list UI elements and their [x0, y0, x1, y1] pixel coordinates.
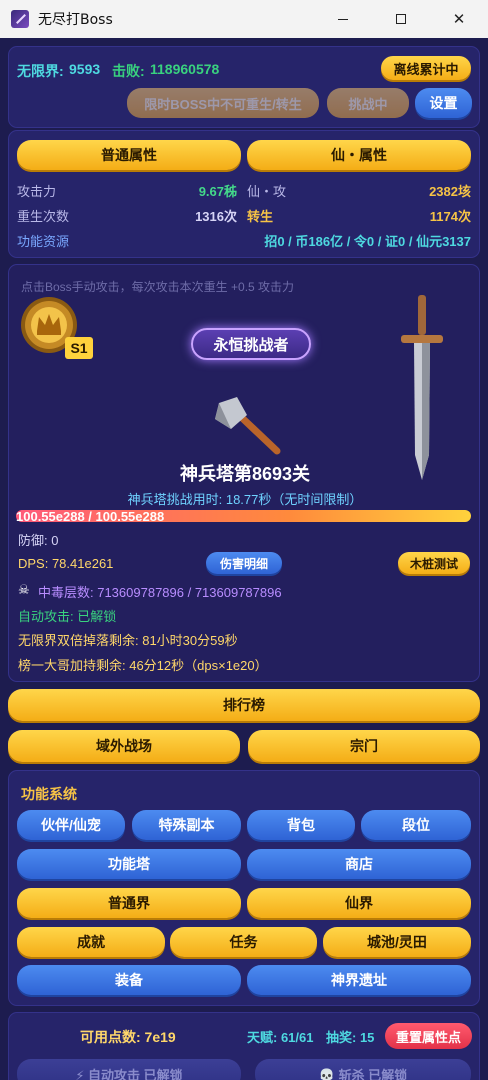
game-window: 无限界: 9593 击败: 118960578 离线累计中 限时BOSS中不可重…	[0, 38, 488, 1080]
function-tower-button[interactable]: 功能塔	[17, 849, 241, 879]
footer-panel: 可用点数: 7e19 天赋: 61/61 抽奖: 15 重置属性点 ⚡ 自动攻击…	[8, 1012, 480, 1080]
poison-text: 中毒层数: 713609787896 / 713609787896	[38, 585, 282, 600]
special-dungeon-button[interactable]: 特殊副本	[132, 810, 241, 840]
minimize-button[interactable]	[314, 0, 372, 38]
reset-points-button[interactable]: 重置属性点	[385, 1023, 472, 1049]
talent-text: 天赋: 61/61	[247, 1030, 314, 1045]
kills-label: 击败:	[112, 63, 145, 79]
close-icon: ✕	[452, 10, 466, 28]
boss-hp-bar: 100.55e288 / 100.55e288	[16, 509, 471, 524]
damage-detail-button[interactable]: 伤害明细	[206, 552, 282, 574]
reincarnation-value: 1174次	[429, 209, 471, 224]
immortal-attack-label: 仙・攻	[247, 184, 287, 199]
tab-immortal-attributes[interactable]: 仙・属性	[247, 140, 471, 170]
auto-attack-status: 自动攻击: 已解锁	[18, 609, 117, 624]
dummy-test-button[interactable]: 木桩测试	[398, 552, 470, 574]
challenging-button[interactable]: 挑战中	[327, 88, 409, 118]
tab-normal-attributes[interactable]: 普通属性	[17, 140, 241, 170]
title-badge: 永恒挑战者	[191, 328, 311, 360]
resource-label: 功能资源	[17, 234, 70, 249]
attack-label: 攻击力	[17, 184, 57, 199]
dps-text: DPS: 78.41e261	[18, 556, 114, 571]
available-points: 可用点数: 7e19	[80, 1029, 176, 1045]
shop-button[interactable]: 商店	[247, 849, 471, 879]
boss-hp-text: 100.55e288 / 100.55e288	[16, 509, 165, 524]
attack-hint: 点击Boss手动攻击，每次攻击本次重生 +0.5 攻击力	[21, 280, 295, 294]
rank-medallion: S1	[15, 295, 93, 363]
partner-pet-button[interactable]: 伙伴/仙宠	[17, 810, 125, 840]
normal-realm-button[interactable]: 普通界	[17, 888, 241, 918]
outer-battlefield-button[interactable]: 域外战场	[8, 730, 240, 762]
window-titlebar: 无尽打Boss ✕	[0, 0, 488, 38]
attribute-panel: 普通属性 仙・属性 攻击力 9.67秭 仙・攻 2382垓 重生次数 1316次…	[8, 130, 480, 258]
maximize-icon	[396, 14, 406, 24]
maximize-button[interactable]	[372, 0, 430, 38]
offline-accumulating-button[interactable]: 离线累计中	[381, 56, 471, 80]
header-panel: 无限界: 9593 击败: 118960578 离线累计中 限时BOSS中不可重…	[8, 46, 480, 128]
leaderboard-button[interactable]: 排行榜	[8, 689, 480, 721]
rebirth-count-label: 重生次数	[17, 209, 70, 224]
sect-button[interactable]: 宗门	[248, 730, 480, 762]
backpack-button[interactable]: 背包	[247, 810, 355, 840]
function-title: 功能系统	[21, 786, 77, 802]
rank-tier-button[interactable]: 段位	[361, 810, 471, 840]
kills-value: 118960578	[150, 61, 220, 77]
window-title: 无尽打Boss	[38, 12, 113, 28]
rebirth-disabled-button[interactable]: 限时BOSS中不可重生/转生	[127, 88, 319, 118]
boss-name: 神兵塔第8693关	[179, 464, 311, 484]
achievements-button[interactable]: 成就	[17, 927, 165, 957]
function-panel: 功能系统 伙伴/仙宠 特殊副本 背包 段位 功能塔 商店 普通界 仙界 成就 任…	[8, 770, 480, 1006]
resource-value: 招0 / 币186亿 / 令0 / 证0 / 仙元3137	[264, 234, 471, 249]
realm-label: 无限界:	[17, 63, 64, 79]
reincarnation-label: 转生	[247, 209, 274, 224]
app-icon	[11, 10, 29, 28]
double-drop-text: 无限界双倍掉落剩余: 81小时30分59秒	[18, 633, 238, 648]
equipment-button[interactable]: 装备	[17, 965, 241, 995]
kill-unlocked-button[interactable]: 💀 斩杀 已解锁	[255, 1059, 471, 1080]
stage-badge: S1	[65, 337, 93, 359]
defense-text: 防御: 0	[18, 533, 59, 548]
auto-attack-unlocked-button[interactable]: ⚡ 自动攻击 已解锁	[17, 1059, 241, 1080]
minimize-icon	[338, 18, 348, 20]
axe-icon[interactable]	[209, 395, 285, 455]
lottery-text: 抽奖: 15	[326, 1030, 375, 1045]
close-button[interactable]: ✕	[430, 0, 488, 38]
skull-icon: ☠	[18, 582, 30, 597]
tasks-button[interactable]: 任务	[170, 927, 317, 957]
immortal-attack-value: 2382垓	[429, 184, 471, 199]
challenge-timer: 神兵塔挑战用时: 18.77秒（无时间限制）	[127, 492, 363, 507]
realm-value: 9593	[69, 61, 101, 77]
divine-ruins-button[interactable]: 神界遗址	[247, 965, 471, 995]
sword-icon	[401, 295, 443, 480]
rebirth-count-value: 1316次	[195, 209, 237, 224]
immortal-realm-button[interactable]: 仙界	[247, 888, 471, 918]
city-field-button[interactable]: 城池/灵田	[323, 927, 471, 957]
attack-value: 9.67秭	[198, 184, 237, 199]
settings-button[interactable]: 设置	[415, 88, 472, 118]
rank-buff-text: 榜一大哥加持剩余: 46分12秒（dps×1e20）	[18, 658, 268, 673]
